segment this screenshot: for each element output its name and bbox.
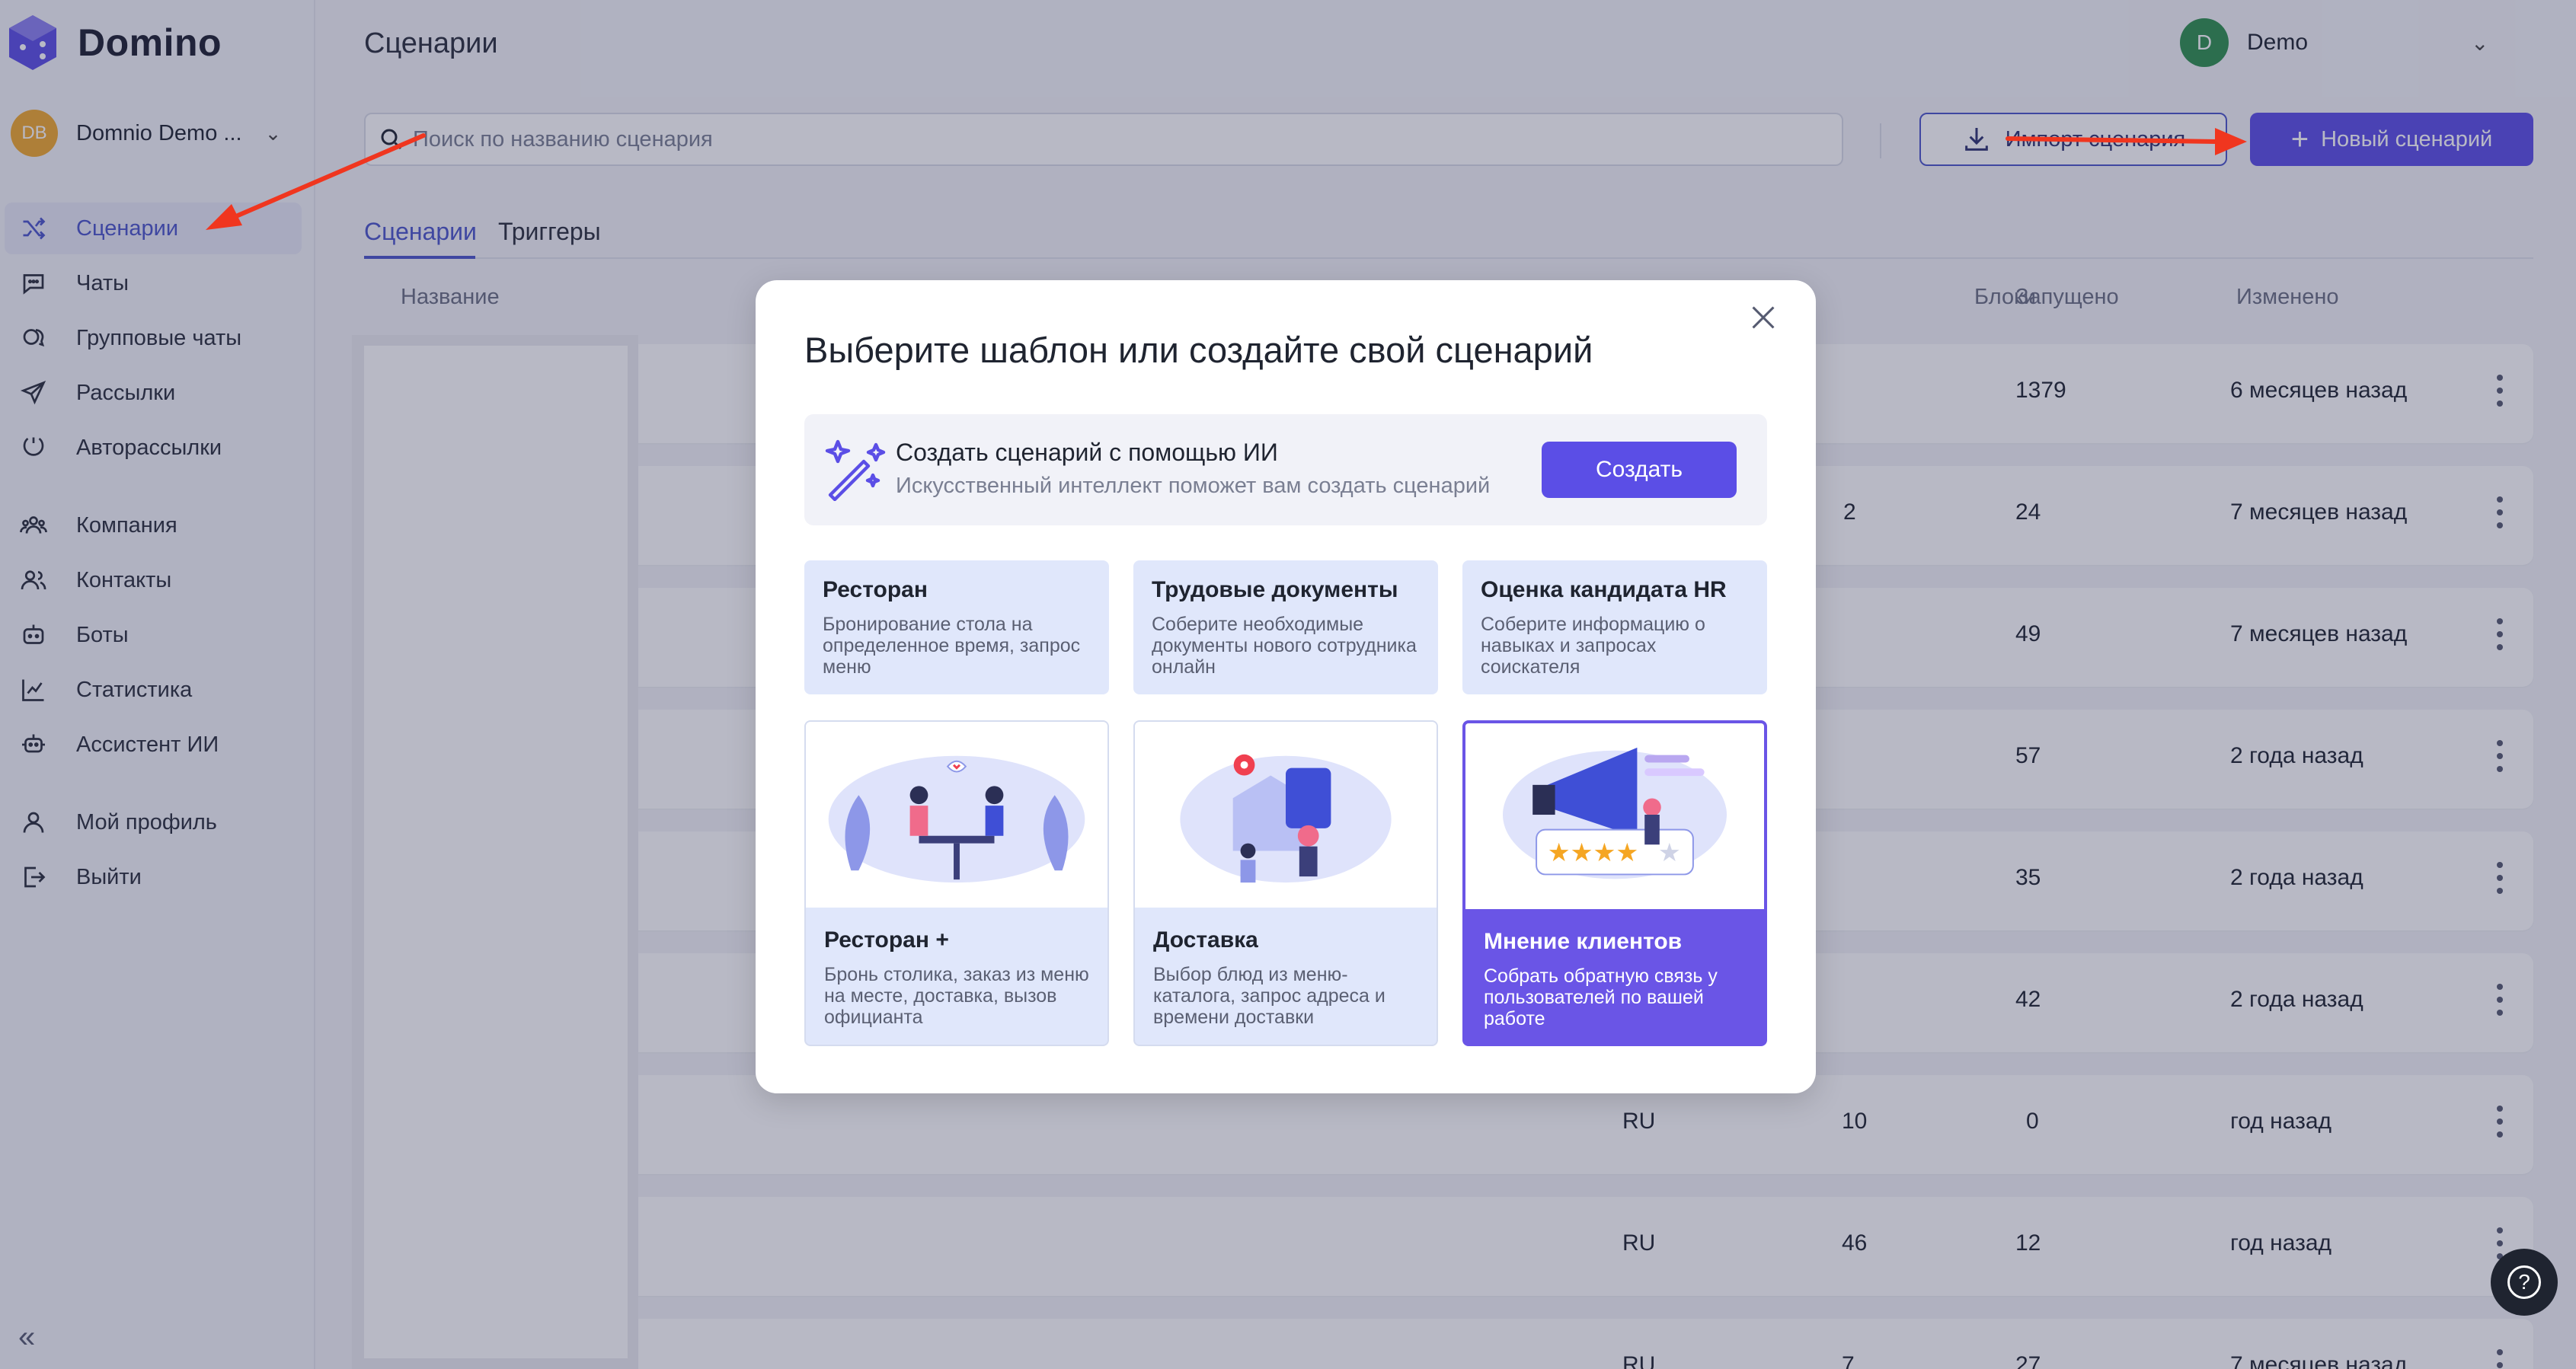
template-description: Бронь столика, заказ из меню на месте, д…: [824, 964, 1089, 1028]
template-description: Собрать обратную связь у пользователей п…: [1484, 965, 1718, 1029]
question-icon: ?: [2507, 1265, 2541, 1299]
template-card-hr-candidate[interactable]: Оценка кандидата HR Соберите информацию …: [1462, 560, 1767, 694]
close-icon[interactable]: [1746, 300, 1781, 335]
ai-create-banner: Создать сценарий с помощью ИИ Искусствен…: [804, 414, 1767, 525]
template-title: Ресторан +: [824, 927, 949, 953]
ai-create-title: Создать сценарий с помощью ИИ: [896, 439, 1278, 466]
template-title: Трудовые документы: [1152, 577, 1398, 602]
svg-text:★★★★: ★★★★: [1548, 838, 1638, 867]
ai-create-subtitle: Искусственный интеллект поможет вам созд…: [896, 474, 1491, 498]
feedback-illustration: ★★★★ ★: [1465, 723, 1764, 909]
svg-text:★: ★: [1658, 838, 1681, 867]
template-title: Ресторан: [823, 577, 928, 602]
template-card-labor-documents[interactable]: Трудовые документы Соберите необходимые …: [1133, 560, 1438, 694]
template-description: Соберите необходимые документы нового со…: [1152, 614, 1417, 678]
modal-title: Выберите шаблон или создайте свой сценар…: [804, 330, 1593, 370]
template-modal: Выберите шаблон или создайте свой сценар…: [756, 280, 1816, 1093]
template-card-delivery[interactable]: Доставка Выбор блюд из меню-каталога, за…: [1133, 720, 1438, 1046]
template-description: Бронирование стола на определенное время…: [823, 614, 1081, 678]
template-description: Выбор блюд из меню-каталога, запрос адре…: [1153, 964, 1385, 1028]
magic-wand-icon: [825, 439, 886, 501]
ai-create-button[interactable]: Создать: [1542, 442, 1737, 498]
delivery-illustration: [1135, 722, 1437, 908]
template-card-restaurant[interactable]: Ресторан Бронирование стола на определен…: [804, 560, 1109, 694]
template-title: Оценка кандидата HR: [1481, 577, 1727, 602]
template-title: Мнение клиентов: [1484, 929, 1683, 954]
template-card-customer-feedback[interactable]: ★★★★ ★ Мнение клиентов Собрать обратную …: [1462, 720, 1767, 1046]
template-title: Доставка: [1153, 927, 1258, 953]
template-description: Соберите информацию о навыках и запросах…: [1481, 614, 1705, 678]
restaurant-illustration: [806, 722, 1107, 908]
template-card-restaurant-plus[interactable]: Ресторан + Бронь столика, заказ из меню …: [804, 720, 1109, 1046]
help-button[interactable]: ?: [2491, 1249, 2558, 1316]
